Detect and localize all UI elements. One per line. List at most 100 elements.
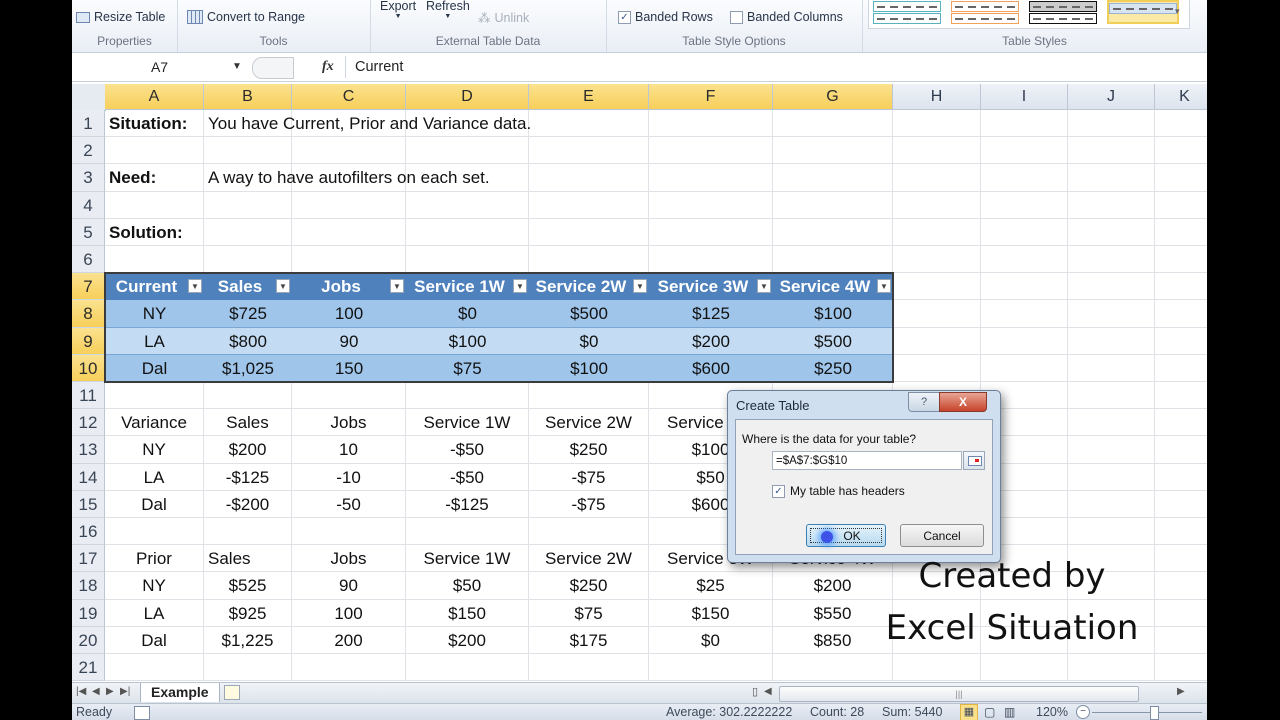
cell[interactable] bbox=[1155, 382, 1207, 410]
cell[interactable] bbox=[105, 654, 204, 682]
name-box[interactable]: A7 bbox=[72, 56, 247, 78]
cell[interactable] bbox=[406, 246, 529, 274]
formula-input[interactable]: Current bbox=[345, 56, 403, 78]
cell[interactable] bbox=[1068, 273, 1155, 301]
table-data-cell[interactable]: 90 bbox=[292, 327, 406, 355]
cell[interactable] bbox=[1068, 300, 1155, 328]
table-data-cell[interactable]: $500 bbox=[529, 300, 649, 328]
column-header-a[interactable]: A bbox=[105, 84, 204, 110]
prior-data-cell[interactable]: 90 bbox=[292, 572, 406, 600]
prior-data-cell[interactable]: NY bbox=[105, 572, 204, 600]
cell[interactable] bbox=[773, 137, 893, 165]
cell[interactable] bbox=[649, 137, 773, 165]
cell[interactable] bbox=[1155, 164, 1207, 192]
prior-header-cell[interactable]: Service 1W bbox=[406, 545, 529, 573]
cell[interactable] bbox=[1068, 518, 1155, 546]
cell[interactable] bbox=[1155, 600, 1207, 627]
table-style-teal[interactable] bbox=[873, 0, 941, 24]
cell[interactable] bbox=[1068, 327, 1155, 355]
table-data-cell[interactable]: 100 bbox=[292, 300, 406, 328]
table-style-orange[interactable] bbox=[951, 0, 1019, 24]
table-data-cell[interactable]: $600 bbox=[649, 354, 773, 382]
cell[interactable] bbox=[981, 327, 1068, 355]
table-data-cell[interactable]: $100 bbox=[773, 300, 893, 328]
cell[interactable] bbox=[1155, 300, 1207, 328]
cell[interactable] bbox=[529, 654, 649, 682]
cell[interactable] bbox=[981, 300, 1068, 328]
cell[interactable] bbox=[893, 164, 981, 192]
variance-data-cell[interactable]: -$50 bbox=[406, 436, 529, 464]
cell[interactable] bbox=[1155, 110, 1207, 138]
cell[interactable] bbox=[292, 246, 406, 274]
cell[interactable] bbox=[773, 654, 893, 682]
cell[interactable] bbox=[1155, 355, 1207, 382]
cell[interactable] bbox=[773, 110, 893, 138]
filter-dropdown-icon[interactable]: ▼ bbox=[513, 279, 527, 294]
convert-to-range-button[interactable]: Convert to Range bbox=[187, 10, 305, 24]
cell[interactable] bbox=[1068, 137, 1155, 165]
cell[interactable] bbox=[649, 110, 773, 138]
help-button[interactable]: ? bbox=[908, 392, 940, 412]
cell[interactable] bbox=[1155, 572, 1207, 600]
gallery-more-icon[interactable]: ▾ bbox=[1175, 6, 1180, 17]
row-header-1[interactable]: 1 bbox=[72, 110, 105, 138]
row-header-4[interactable]: 4 bbox=[72, 191, 105, 219]
cell[interactable] bbox=[1155, 219, 1207, 246]
variance-header-cell[interactable]: Service 2W bbox=[529, 409, 649, 437]
prior-data-cell[interactable]: $525 bbox=[204, 572, 292, 600]
last-sheet-icon[interactable]: ▶| bbox=[120, 686, 130, 697]
prior-data-cell[interactable]: $0 bbox=[649, 626, 773, 654]
cell[interactable] bbox=[893, 110, 981, 138]
filter-dropdown-icon[interactable]: ▼ bbox=[390, 279, 404, 294]
row-header-14[interactable]: 14 bbox=[72, 463, 105, 491]
variance-data-cell[interactable]: Dal bbox=[105, 490, 204, 518]
cell[interactable] bbox=[893, 191, 981, 219]
table-data-cell[interactable]: $0 bbox=[529, 327, 649, 355]
table-data-cell[interactable]: $800 bbox=[204, 327, 292, 355]
table-data-cell[interactable]: NY bbox=[105, 300, 204, 328]
cell[interactable] bbox=[773, 218, 893, 246]
variance-data-cell[interactable]: $200 bbox=[204, 436, 292, 464]
cell[interactable] bbox=[1068, 218, 1155, 246]
cell[interactable] bbox=[649, 164, 773, 192]
row-header-18[interactable]: 18 bbox=[72, 572, 105, 600]
cell[interactable] bbox=[893, 654, 981, 682]
zoom-level[interactable]: 120% bbox=[1036, 705, 1068, 719]
prior-data-cell[interactable]: $200 bbox=[406, 626, 529, 654]
cell[interactable] bbox=[204, 518, 292, 546]
cell[interactable] bbox=[893, 218, 981, 246]
variance-header-cell[interactable]: Sales bbox=[204, 409, 292, 437]
row-header-8[interactable]: 8 bbox=[72, 300, 105, 328]
cell[interactable] bbox=[1068, 354, 1155, 382]
cell[interactable] bbox=[529, 164, 649, 192]
variance-data-cell[interactable]: $250 bbox=[529, 436, 649, 464]
row-header-17[interactable]: 17 bbox=[72, 545, 105, 573]
row-header-21[interactable]: 21 bbox=[72, 654, 105, 682]
variance-data-cell[interactable]: -$125 bbox=[204, 463, 292, 491]
page-break-view-icon[interactable]: ▥ bbox=[1004, 705, 1015, 719]
cell[interactable] bbox=[981, 110, 1068, 138]
cell[interactable] bbox=[1155, 273, 1207, 301]
cell[interactable] bbox=[1155, 137, 1207, 165]
column-header-f[interactable]: F bbox=[649, 84, 773, 110]
prior-data-cell[interactable]: 100 bbox=[292, 599, 406, 627]
prior-header-cell[interactable]: Sales bbox=[204, 545, 292, 573]
cell[interactable] bbox=[406, 382, 529, 410]
variance-header-cell[interactable]: Jobs bbox=[292, 409, 406, 437]
column-header-b[interactable]: B bbox=[204, 84, 292, 110]
cell[interactable] bbox=[981, 354, 1068, 382]
table-data-cell[interactable]: $1,025 bbox=[204, 354, 292, 382]
cell[interactable] bbox=[1155, 545, 1207, 573]
cell[interactable] bbox=[292, 518, 406, 546]
cell[interactable] bbox=[649, 246, 773, 274]
normal-view-icon[interactable]: ▦ bbox=[960, 704, 978, 720]
table-data-cell[interactable]: $250 bbox=[773, 354, 893, 382]
table-data-cell[interactable]: $500 bbox=[773, 327, 893, 355]
filter-dropdown-icon[interactable]: ▼ bbox=[276, 279, 290, 294]
table-header-cell[interactable]: Current ▼ bbox=[105, 273, 204, 301]
cell[interactable] bbox=[292, 654, 406, 682]
select-all-button[interactable] bbox=[72, 84, 106, 111]
cell[interactable] bbox=[981, 164, 1068, 192]
prior-data-cell[interactable]: $175 bbox=[529, 626, 649, 654]
variance-data-cell[interactable]: -50 bbox=[292, 490, 406, 518]
